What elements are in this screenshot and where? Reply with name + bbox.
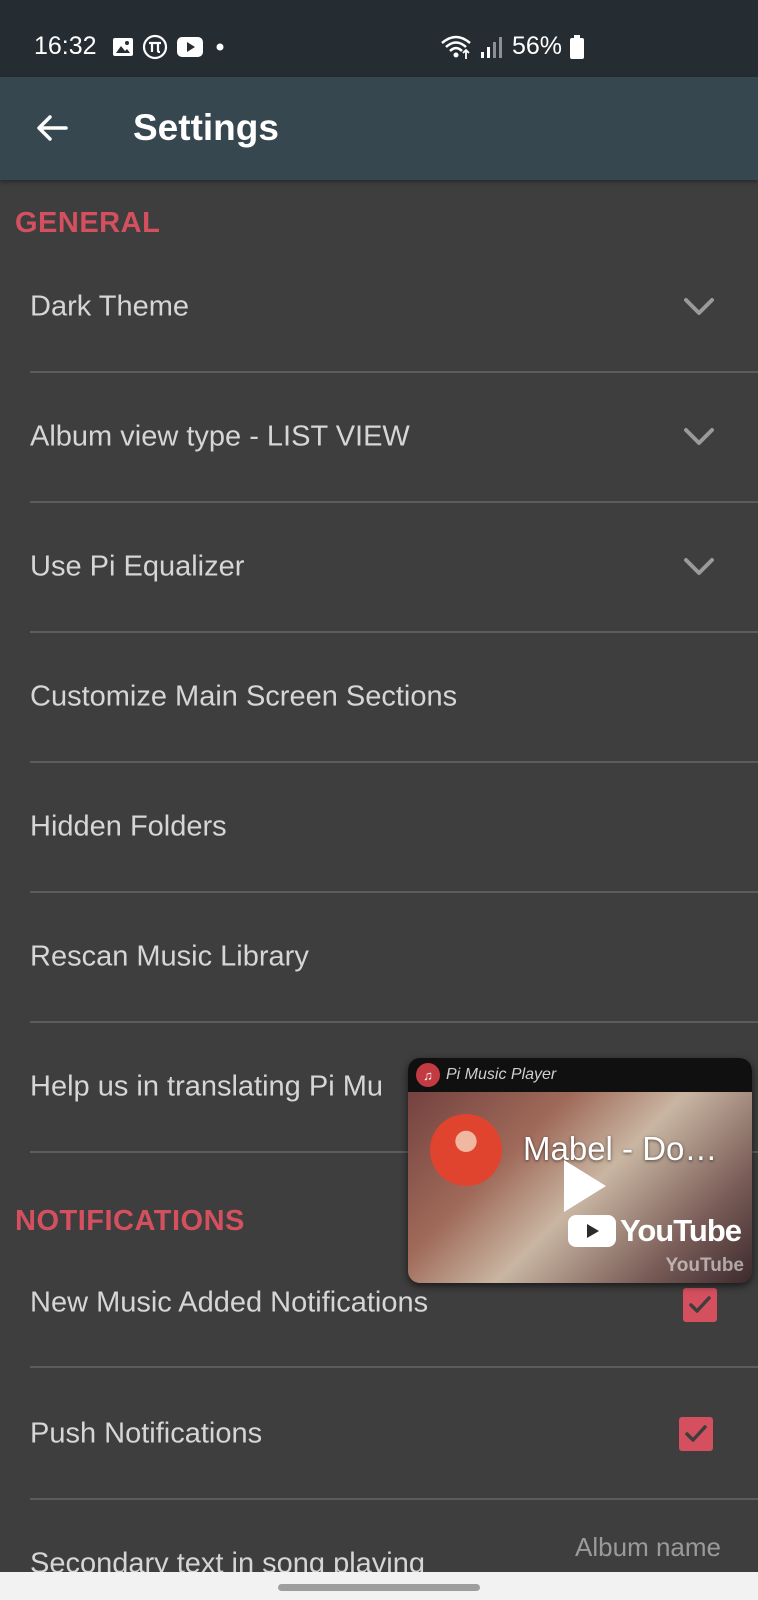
setting-dark-theme[interactable]: Dark Theme (30, 243, 758, 373)
chevron-down-icon[interactable] (682, 425, 716, 449)
battery-icon (570, 34, 585, 59)
pip-video-player[interactable]: ♫ Pi Music Player Mabel - Do… YouTube Yo… (408, 1058, 752, 1283)
pi-icon (142, 34, 168, 60)
youtube-icon (177, 37, 203, 57)
setting-rescan-library[interactable]: Rescan Music Library (30, 893, 758, 1023)
setting-hidden-folders[interactable]: Hidden Folders (30, 763, 758, 893)
wifi-icon (441, 35, 471, 59)
gallery-icon (113, 38, 133, 56)
check-icon (689, 1296, 711, 1313)
music-note-icon: ♫ (416, 1063, 440, 1087)
setting-label: Help us in translating Pi Mu (30, 1070, 383, 1103)
setting-label: Push Notifications (30, 1417, 263, 1450)
setting-label: Dark Theme (30, 290, 190, 323)
push-notifications-checkbox[interactable] (679, 1417, 713, 1451)
page-title: Settings (133, 107, 279, 148)
setting-label: Album view type - LIST VIEW (30, 420, 410, 453)
youtube-wordmark: YouTube (620, 1213, 742, 1248)
channel-avatar (430, 1114, 502, 1186)
battery-percentage: 56% (512, 32, 563, 60)
setting-push-notifications[interactable]: Push Notifications (30, 1370, 758, 1500)
setting-label: Use Pi Equalizer (30, 550, 245, 583)
setting-label: Customize Main Screen Sections (30, 680, 458, 713)
section-header-notifications: NOTIFICATIONS (15, 1205, 245, 1237)
setting-album-view-type[interactable]: Album view type - LIST VIEW (30, 373, 758, 503)
status-notification-icons (112, 34, 228, 60)
chevron-down-icon[interactable] (682, 555, 716, 579)
setting-use-pi-equalizer[interactable]: Use Pi Equalizer (30, 503, 758, 633)
pip-header: ♫ Pi Music Player (408, 1058, 752, 1092)
chevron-down-icon[interactable] (682, 295, 716, 319)
pip-app-name: Pi Music Player (446, 1066, 557, 1083)
youtube-logo: YouTube (568, 1213, 742, 1249)
app-bar: Settings (0, 77, 758, 180)
setting-customize-main-screen[interactable]: Customize Main Screen Sections (30, 633, 758, 763)
dot-icon (216, 43, 224, 51)
status-system-icons: 56% (440, 32, 585, 61)
setting-label: New Music Added Notifications (30, 1286, 429, 1319)
secondary-text-value: Album name (575, 1532, 721, 1562)
setting-label: Hidden Folders (30, 810, 227, 843)
navigation-bar (0, 1572, 758, 1600)
youtube-play-icon (568, 1215, 616, 1247)
status-bar: 16:32 56% (0, 0, 758, 77)
setting-label: Rescan Music Library (30, 940, 309, 973)
signal-icon (481, 36, 502, 58)
section-header-general: GENERAL (15, 207, 161, 239)
home-gesture-handle[interactable] (278, 1584, 480, 1591)
arrow-left-icon[interactable] (30, 106, 74, 150)
play-icon[interactable] (560, 1158, 608, 1214)
status-time: 16:32 (34, 32, 97, 60)
video-title: Mabel - Do… (523, 1130, 718, 1167)
check-icon (685, 1425, 707, 1442)
new-music-checkbox[interactable] (683, 1288, 717, 1322)
youtube-watermark: YouTube (665, 1255, 744, 1276)
